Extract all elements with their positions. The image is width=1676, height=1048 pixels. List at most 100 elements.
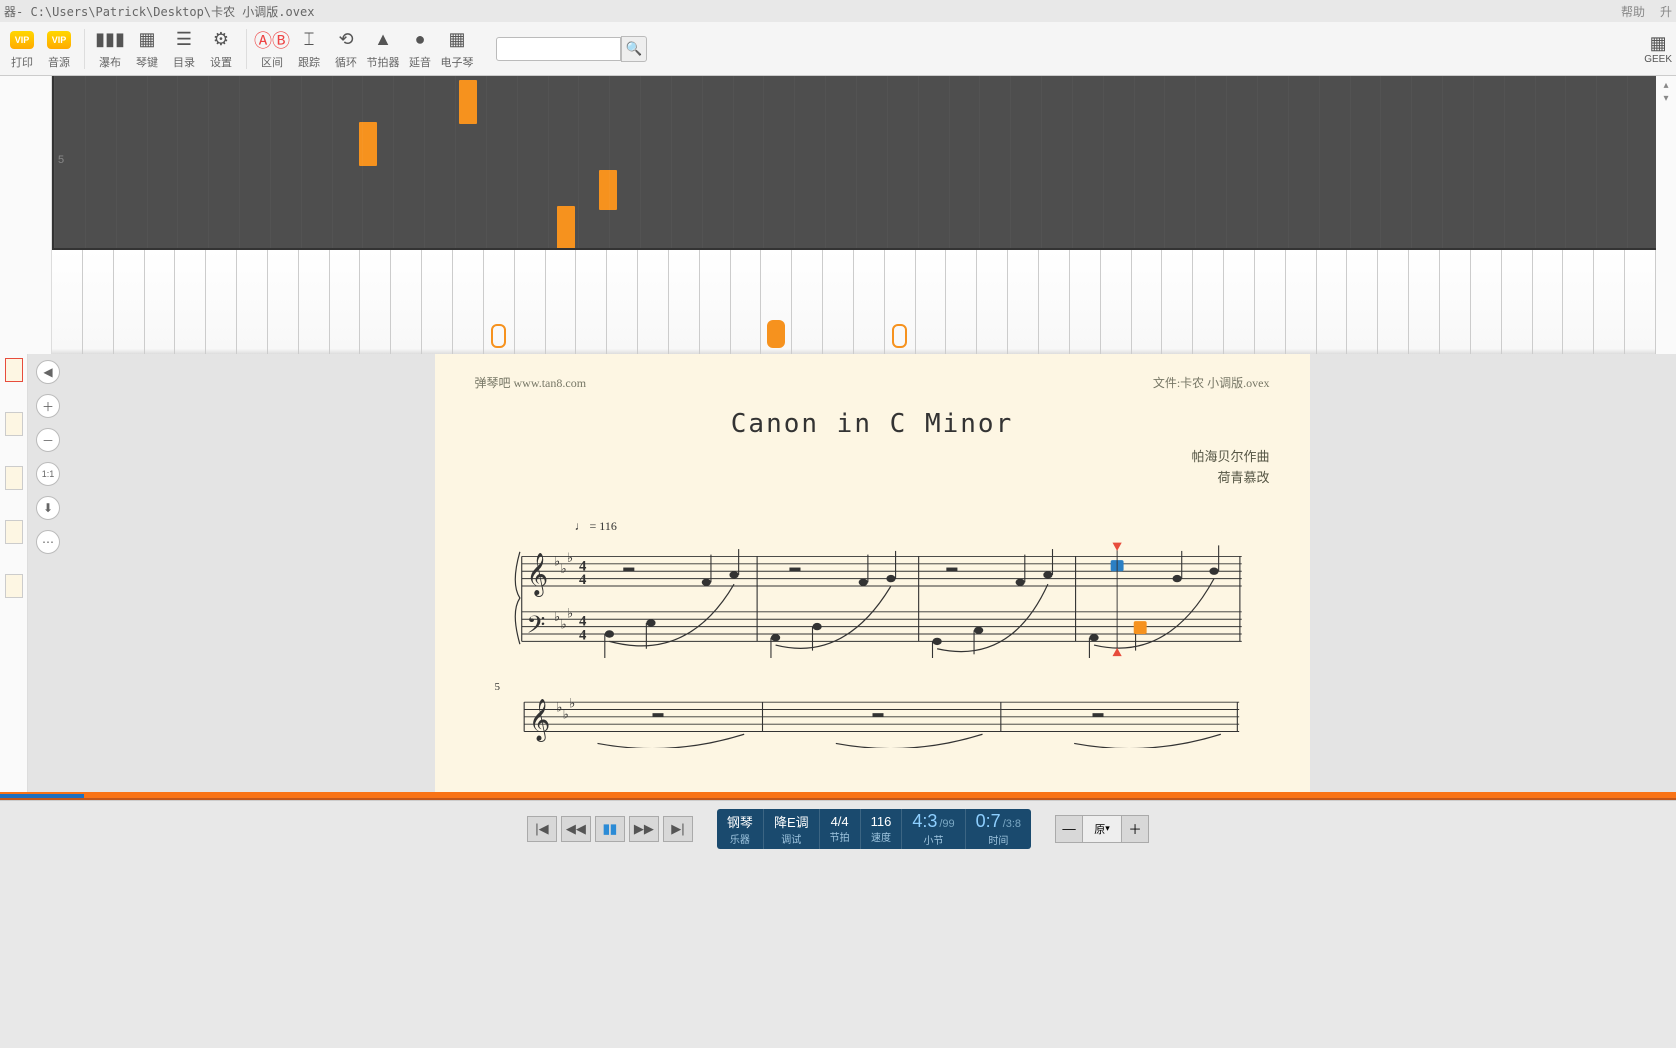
white-key[interactable] xyxy=(1440,250,1471,354)
white-key[interactable] xyxy=(1255,250,1286,354)
instrument-info[interactable]: 钢琴 乐器 xyxy=(717,809,764,849)
sustain-button[interactable]: ● 延音 xyxy=(402,25,438,73)
piano-keyboard[interactable] xyxy=(52,248,1656,354)
keyboard-button[interactable]: ▦ 琴键 xyxy=(129,25,165,73)
white-key[interactable] xyxy=(1132,250,1163,354)
white-key[interactable] xyxy=(484,250,515,354)
white-key[interactable] xyxy=(1471,250,1502,354)
white-key[interactable] xyxy=(916,250,947,354)
thumbnail-page[interactable] xyxy=(5,358,23,382)
white-key[interactable] xyxy=(607,250,638,354)
white-key[interactable] xyxy=(792,250,823,354)
white-key[interactable] xyxy=(114,250,145,354)
white-key[interactable] xyxy=(175,250,206,354)
white-key[interactable] xyxy=(854,250,885,354)
white-key[interactable] xyxy=(515,250,546,354)
white-key[interactable] xyxy=(52,250,83,354)
white-key[interactable] xyxy=(206,250,237,354)
more-button[interactable]: ⋯ xyxy=(36,530,60,554)
white-key[interactable] xyxy=(1286,250,1317,354)
track-button[interactable]: ⌶ 跟踪 xyxy=(291,25,327,73)
white-key[interactable] xyxy=(330,250,361,354)
white-key[interactable] xyxy=(299,250,330,354)
forward-button[interactable]: ▶▶ xyxy=(629,816,659,842)
white-key[interactable] xyxy=(731,250,762,354)
catalog-button[interactable]: ☰ 目录 xyxy=(166,25,202,73)
white-key[interactable] xyxy=(638,250,669,354)
white-key[interactable] xyxy=(761,250,792,354)
white-key[interactable] xyxy=(1070,250,1101,354)
prev-button[interactable]: |◀ xyxy=(527,816,557,842)
white-key[interactable] xyxy=(977,250,1008,354)
geek-button[interactable]: ▦ GEEK xyxy=(1644,33,1672,65)
section-button[interactable]: ⒶⒷ 区间 xyxy=(254,25,290,73)
white-key[interactable] xyxy=(823,250,854,354)
page-down-button[interactable]: ⬇ xyxy=(36,496,60,520)
white-key[interactable] xyxy=(1039,250,1070,354)
thumbnail-page[interactable] xyxy=(5,574,23,598)
thumbnail-page[interactable] xyxy=(5,466,23,490)
timeline-scrubber[interactable] xyxy=(0,792,1676,800)
upgrade-link[interactable]: 升 xyxy=(1660,3,1672,20)
white-key[interactable] xyxy=(237,250,268,354)
white-key[interactable] xyxy=(1378,250,1409,354)
collapse-up-icon[interactable]: ▴ xyxy=(1663,80,1668,91)
thumbnail-page[interactable] xyxy=(5,520,23,544)
zoom-current[interactable]: 原▾ xyxy=(1083,815,1121,843)
back-button[interactable]: ◀ xyxy=(36,360,60,384)
white-key[interactable] xyxy=(669,250,700,354)
white-key[interactable] xyxy=(391,250,422,354)
white-key[interactable] xyxy=(1533,250,1564,354)
epiano-button[interactable]: ▦ 电子琴 xyxy=(439,25,475,73)
rewind-button[interactable]: ◀◀ xyxy=(561,816,591,842)
measure-info[interactable]: 4:3/99 小节 xyxy=(902,809,965,849)
tempo-info[interactable]: 116 速度 xyxy=(861,809,903,849)
search-button[interactable]: 🔍 xyxy=(621,36,647,62)
white-key[interactable] xyxy=(1594,250,1625,354)
settings-button[interactable]: ⚙ 设置 xyxy=(203,25,239,73)
white-key[interactable] xyxy=(1317,250,1348,354)
metronome-button[interactable]: ▲ 节拍器 xyxy=(365,25,401,73)
white-key[interactable] xyxy=(1409,250,1440,354)
next-button[interactable]: ▶| xyxy=(663,816,693,842)
white-key[interactable] xyxy=(422,250,453,354)
white-key[interactable] xyxy=(576,250,607,354)
white-key[interactable] xyxy=(1347,250,1378,354)
white-key[interactable] xyxy=(1502,250,1533,354)
search-input[interactable] xyxy=(496,37,621,61)
zoom-minus-button[interactable]: — xyxy=(1055,815,1083,843)
play-pause-button[interactable]: ▮▮ xyxy=(595,816,625,842)
help-link[interactable]: 帮助 xyxy=(1621,3,1645,20)
zoom-out-button[interactable]: － xyxy=(36,428,60,452)
time-info[interactable]: 0:7/3:8 时间 xyxy=(966,809,1031,849)
white-key[interactable] xyxy=(1193,250,1224,354)
thumbnail-page[interactable] xyxy=(5,412,23,436)
zoom-plus-button[interactable]: ＋ xyxy=(1121,815,1149,843)
white-key[interactable] xyxy=(885,250,916,354)
white-key[interactable] xyxy=(546,250,577,354)
falling-notes-area[interactable]: 5 xyxy=(52,76,1656,248)
white-key[interactable] xyxy=(360,250,391,354)
score-viewport[interactable]: 弹琴吧 www.tan8.com 文件:卡农 小调版.ovex Canon in… xyxy=(68,354,1676,792)
white-key[interactable] xyxy=(453,250,484,354)
white-key[interactable] xyxy=(145,250,176,354)
waterfall-button[interactable]: ▮▮▮ 瀑布 xyxy=(92,25,128,73)
white-key[interactable] xyxy=(946,250,977,354)
white-key[interactable] xyxy=(83,250,114,354)
timesig-info[interactable]: 4/4 节拍 xyxy=(820,809,861,849)
white-key[interactable] xyxy=(1162,250,1193,354)
zoom-in-button[interactable]: ＋ xyxy=(36,394,60,418)
expand-down-icon[interactable]: ▾ xyxy=(1663,93,1668,104)
source-button[interactable]: VIP 音源 xyxy=(41,25,77,73)
white-key[interactable] xyxy=(1008,250,1039,354)
print-button[interactable]: VIP 打印 xyxy=(4,25,40,73)
loop-button[interactable]: ⟲ 循环 xyxy=(328,25,364,73)
white-key[interactable] xyxy=(700,250,731,354)
white-key[interactable] xyxy=(1224,250,1255,354)
white-key[interactable] xyxy=(1563,250,1594,354)
white-key[interactable] xyxy=(1101,250,1132,354)
white-key[interactable] xyxy=(268,250,299,354)
fit-button[interactable]: 1:1 xyxy=(36,462,60,486)
white-key[interactable] xyxy=(1625,250,1656,354)
key-info[interactable]: 降E调 调试 xyxy=(764,809,820,849)
